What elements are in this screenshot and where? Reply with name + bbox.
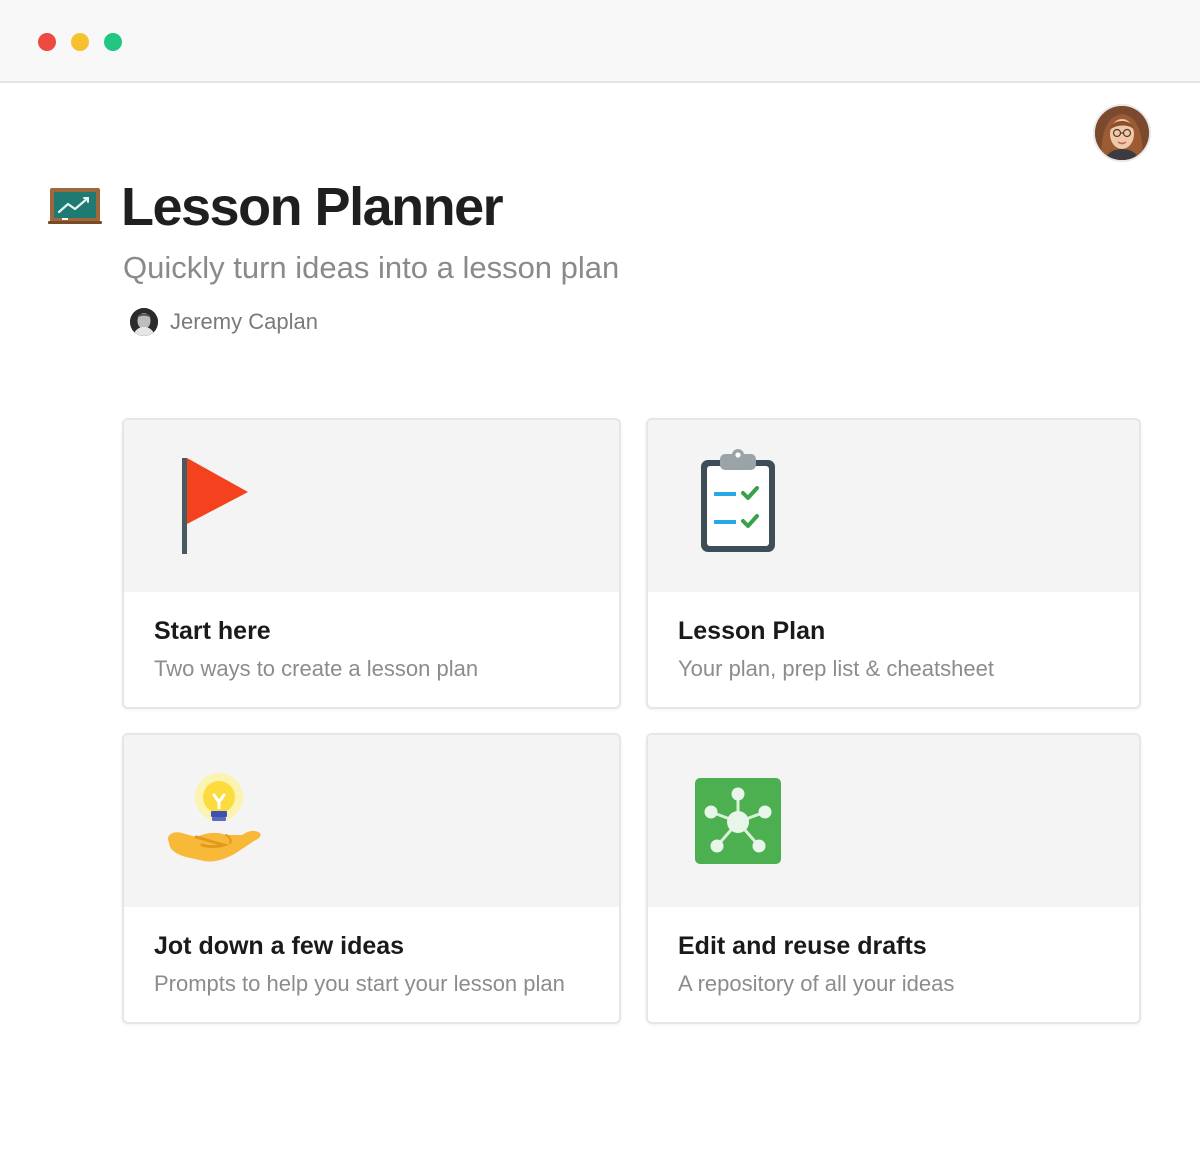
card-lesson-plan[interactable]: Lesson Plan Your plan, prep list & cheat… [646, 418, 1141, 709]
card-title: Lesson Plan [678, 617, 826, 645]
card-jot-ideas[interactable]: Jot down a few ideas Prompts to help you… [122, 733, 621, 1024]
author-byline[interactable]: Jeremy Caplan [130, 306, 318, 338]
card-cover [648, 735, 1139, 907]
clipboard-checklist-icon [698, 448, 780, 561]
card-description: Prompts to help you start your lesson pl… [154, 971, 565, 996]
card-description: Two ways to create a lesson plan [154, 656, 479, 681]
page-subtitle: Quickly turn ideas into a lesson plan [123, 250, 620, 285]
card-start-here[interactable]: Start here Two ways to create a lesson p… [122, 418, 621, 709]
page-title: Lesson Planner [121, 177, 504, 237]
user-avatar-icon[interactable] [1093, 104, 1151, 162]
red-flag-icon [178, 458, 250, 561]
school-chalkboard-icon [48, 184, 104, 228]
author-avatar-icon [130, 308, 158, 336]
card-title: Jot down a few ideas [154, 932, 405, 960]
app-window: Lesson Planner Quickly turn ideas into a… [0, 0, 1200, 1154]
lightbulb-hand-icon [166, 773, 264, 876]
network-hub-icon [695, 778, 783, 871]
maximize-window-button[interactable] [104, 33, 122, 51]
minimize-window-button[interactable] [71, 33, 89, 51]
window-titlebar [0, 0, 1200, 83]
card-cover [124, 420, 619, 592]
card-title: Start here [154, 617, 271, 645]
card-cover [648, 420, 1139, 592]
card-description: Your plan, prep list & cheatsheet [678, 656, 994, 681]
author-name: Jeremy Caplan [170, 309, 318, 334]
close-window-button[interactable] [38, 33, 56, 51]
card-title: Edit and reuse drafts [678, 932, 927, 960]
card-cover [124, 735, 619, 907]
card-edit-drafts[interactable]: Edit and reuse drafts A repository of al… [646, 733, 1141, 1024]
card-description: A repository of all your ideas [678, 971, 955, 996]
